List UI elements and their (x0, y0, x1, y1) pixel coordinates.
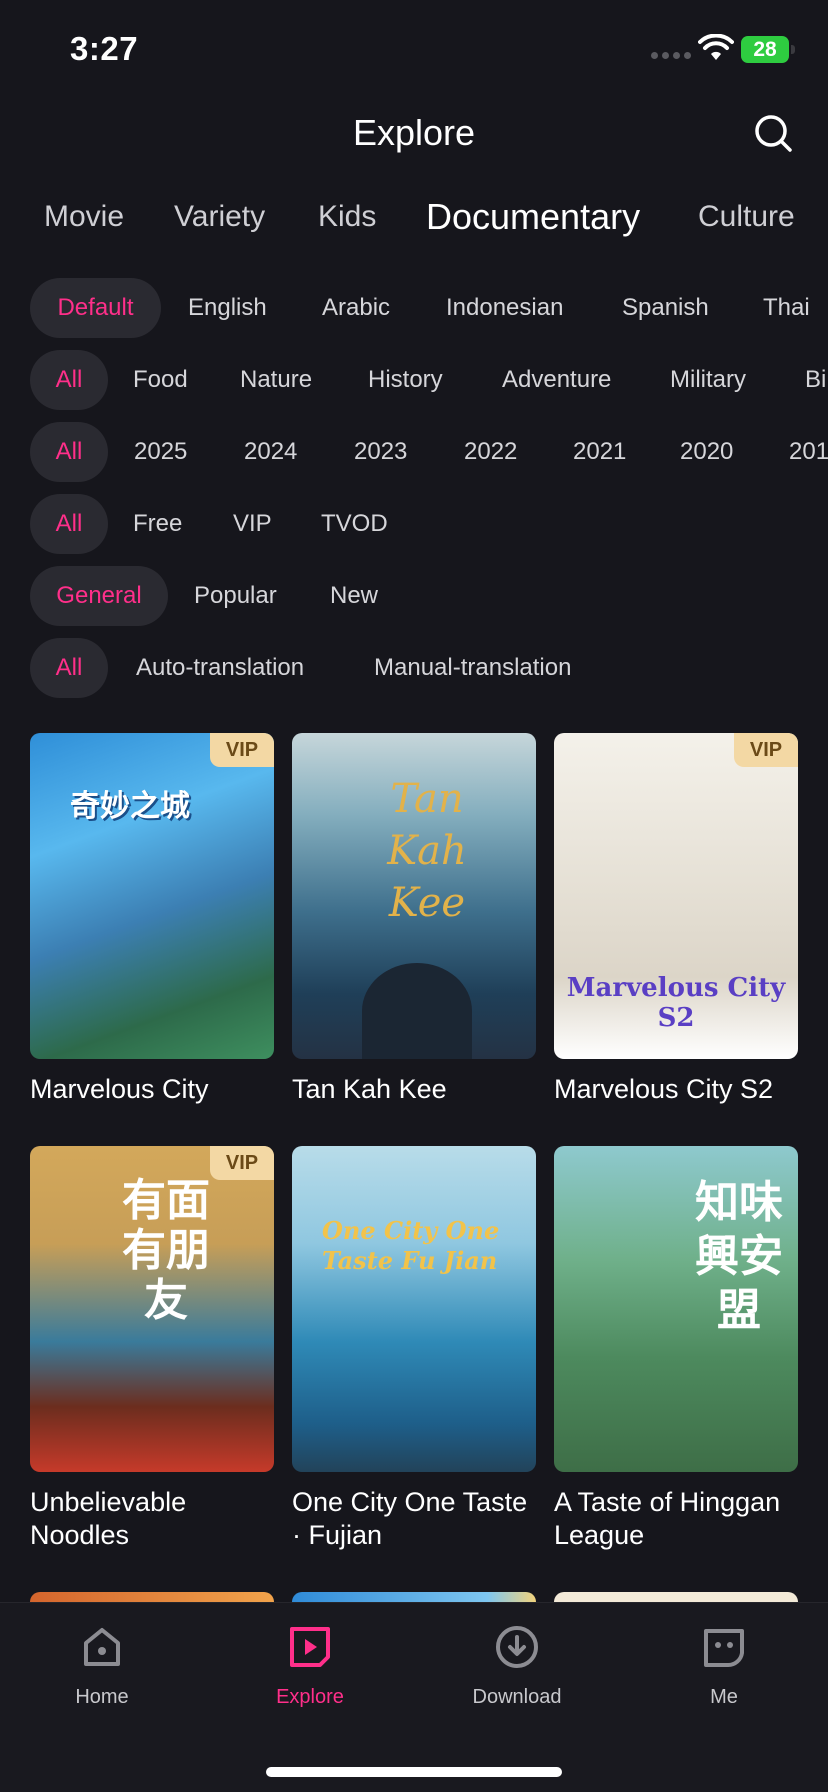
poster-card[interactable]: 奇妙之城 VIP Marvelous City (30, 733, 274, 1106)
filter-language-arabic[interactable]: Arabic (322, 278, 390, 338)
poster-title: One City One Taste · Fujian (292, 1487, 528, 1550)
poster-title: Marvelous City (30, 1074, 209, 1104)
filter-pay-free[interactable]: Free (133, 494, 182, 554)
filter-year-2024[interactable]: 2024 (244, 422, 297, 482)
filter-year-2023[interactable]: 2023 (354, 422, 407, 482)
filter-row-language: Default English Arabic Indonesian Spanis… (0, 278, 828, 338)
poster-art-title: 奇妙之城 (70, 789, 190, 824)
filter-genre-adventure[interactable]: Adventure (502, 350, 611, 410)
page-title: Explore (352, 112, 476, 153)
tab-home-label: Home (75, 1686, 129, 1708)
poster-image: 知味 興安盟 (554, 1146, 798, 1472)
filter-translation-auto[interactable]: Auto-translation (136, 638, 304, 698)
vip-badge: VIP (734, 733, 798, 767)
category-tabs: Movie Variety Kids Documentary Culture (0, 190, 828, 250)
filter-sort-general[interactable]: General (30, 566, 168, 626)
poster-image: Tan Kah Kee (292, 733, 536, 1059)
poster-art-title: Marvelous City S2 (566, 973, 786, 1033)
poster-art-title: Tan Kah Kee (387, 776, 467, 926)
filter-language-default[interactable]: Default (30, 278, 161, 338)
poster-card[interactable]: 知味 興安盟 A Taste of Hinggan League (554, 1146, 798, 1552)
filter-pay-tvod[interactable]: TVOD (321, 494, 388, 554)
filter-language-thai[interactable]: Thai (763, 278, 810, 338)
tab-download[interactable]: Download (437, 1623, 597, 1709)
battery-icon: 28 (741, 36, 795, 63)
poster-image: 有面有朋友 VIP (30, 1146, 274, 1472)
explore-icon (290, 1627, 330, 1667)
tab-me[interactable]: Me (644, 1623, 804, 1709)
poster-title: Marvelous City S2 (554, 1074, 774, 1104)
status-time: 3:27 (70, 30, 139, 67)
poster-card[interactable]: 有面有朋友 VIP Unbelievable Noodles (30, 1146, 274, 1552)
filter-genre-military[interactable]: Military (670, 350, 746, 410)
tab-explore[interactable]: Explore (230, 1623, 390, 1709)
poster-title: A Taste of Hinggan League (554, 1487, 781, 1550)
tab-variety[interactable]: Variety (174, 200, 265, 234)
filter-language-english[interactable]: English (188, 278, 267, 338)
tab-me-label: Me (710, 1686, 738, 1708)
poster-image: 奇妙之城 VIP (30, 733, 274, 1059)
poster-card[interactable]: Tan Kah Kee Tan Kah Kee (292, 733, 536, 1106)
poster-card[interactable]: Marvelous City S2 VIP Marvelous City S2 (554, 733, 798, 1106)
vip-badge: VIP (210, 733, 274, 767)
tab-home[interactable]: Home (22, 1623, 182, 1709)
filter-row-year: All 2025 2024 2023 2022 2021 2020 201 (0, 422, 828, 482)
status-bar: 3:27 28 (0, 0, 828, 100)
tab-documentary[interactable]: Documentary (426, 196, 640, 238)
filter-language-indonesian[interactable]: Indonesian (446, 278, 563, 338)
filter-year-2021[interactable]: 2021 (573, 422, 626, 482)
cellular-signal-icon (651, 52, 691, 59)
filter-row-pay: All Free VIP TVOD (0, 494, 828, 554)
bottom-tab-bar: Home Explore Download Me (0, 1602, 828, 1792)
tab-culture[interactable]: Culture (698, 200, 795, 234)
filter-pay-all[interactable]: All (30, 494, 108, 554)
poster-art-title: One City One Taste Fu Jian (322, 1216, 500, 1275)
poster-art-title: 有面有朋友 (122, 1175, 210, 1326)
filter-genre-history[interactable]: History (368, 350, 443, 410)
filter-language-spanish[interactable]: Spanish (622, 278, 709, 338)
filter-row-genre: All Food Nature History Adventure Milita… (0, 350, 828, 410)
poster-art-title: 知味 興安盟 (695, 1177, 783, 1336)
poster-card[interactable]: One City One Taste Fu Jian One City One … (292, 1146, 536, 1552)
filter-sort-new[interactable]: New (330, 566, 378, 626)
filter-year-2022[interactable]: 2022 (464, 422, 517, 482)
filter-year-2025[interactable]: 2025 (134, 422, 187, 482)
profile-icon (704, 1629, 744, 1668)
tab-explore-label: Explore (276, 1686, 344, 1708)
filter-year-all[interactable]: All (30, 422, 108, 482)
filter-year-2020[interactable]: 2020 (680, 422, 733, 482)
filter-sort-popular[interactable]: Popular (194, 566, 277, 626)
filter-genre-all[interactable]: All (30, 350, 108, 410)
tab-download-label: Download (472, 1686, 562, 1708)
home-indicator (266, 1767, 562, 1777)
vip-badge: VIP (210, 1146, 274, 1180)
tab-kids[interactable]: Kids (318, 200, 376, 234)
wifi-icon (698, 34, 734, 60)
poster-image: Marvelous City S2 VIP (554, 733, 798, 1059)
download-icon (496, 1626, 538, 1668)
filter-row-sort: General Popular New (0, 566, 828, 626)
filter-pay-vip[interactable]: VIP (233, 494, 272, 554)
header: Explore (0, 100, 828, 170)
filter-genre-nature[interactable]: Nature (240, 350, 312, 410)
poster-image: One City One Taste Fu Jian (292, 1146, 536, 1472)
filter-translation-all[interactable]: All (30, 638, 108, 698)
search-icon[interactable] (752, 112, 794, 154)
home-icon (84, 1628, 120, 1666)
filter-genre-more[interactable]: Bi (805, 350, 826, 410)
filter-row-translation: All Auto-translation Manual-translation (0, 638, 828, 698)
filter-year-more[interactable]: 201 (789, 422, 828, 482)
poster-title: Unbelievable Noodles (30, 1487, 187, 1550)
tab-movie[interactable]: Movie (44, 200, 124, 234)
poster-rock (362, 963, 472, 1059)
filter-translation-manual[interactable]: Manual-translation (374, 638, 571, 698)
filter-genre-food[interactable]: Food (133, 350, 188, 410)
poster-title: Tan Kah Kee (292, 1074, 447, 1104)
